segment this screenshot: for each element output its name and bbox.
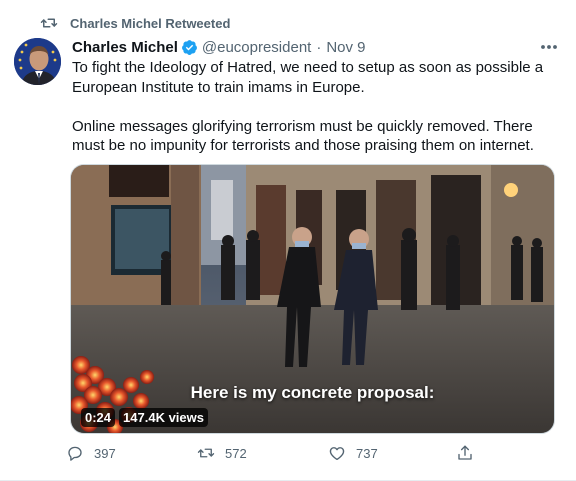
retweet-label: Charles Michel Retweeted — [70, 15, 231, 31]
video-player[interactable]: Here is my concrete proposal: 0:24 147.4… — [70, 164, 555, 434]
share-icon — [458, 445, 472, 460]
video-duration: 0:24 — [81, 408, 116, 427]
tweet-text: To fight the Ideology of Hatred, we need… — [72, 58, 556, 156]
tweet-header: Charles Michel @eucopresident · Nov 9 — [72, 37, 556, 57]
more-options-icon[interactable] — [538, 42, 560, 52]
tweet-card[interactable]: Charles Michel Retweeted Charles Michel … — [0, 0, 576, 481]
like-button[interactable]: 737 — [328, 444, 378, 462]
tweet-paragraph-2: Online messages glorifying terrorism mus… — [72, 117, 534, 155]
tweet-paragraph-1: To fight the Ideology of Hatred, we need… — [72, 59, 544, 96]
heart-icon — [329, 447, 345, 461]
retweet-icon — [40, 14, 58, 32]
date-separator: · — [316, 38, 322, 56]
reply-button[interactable]: 397 — [66, 444, 116, 462]
like-count: 737 — [356, 445, 378, 461]
avatar[interactable] — [14, 38, 61, 85]
retweet-context: Charles Michel Retweeted — [40, 14, 230, 32]
reply-count: 397 — [94, 445, 116, 461]
tweet-date[interactable]: Nov 9 — [326, 39, 365, 56]
share-button[interactable] — [456, 444, 484, 462]
retweet-button[interactable]: 572 — [197, 444, 247, 462]
verified-badge-icon — [181, 39, 198, 56]
author-handle[interactable]: @eucopresident — [202, 39, 311, 56]
video-views: 147.4K views — [119, 408, 208, 427]
retweet-count: 572 — [225, 445, 247, 461]
video-badges: 0:24 147.4K views — [81, 408, 208, 427]
tweet-actions: 397 572 737 — [66, 444, 486, 466]
retweet-icon — [197, 448, 215, 458]
video-subtitle: Here is my concrete proposal: — [190, 383, 435, 402]
author-name[interactable]: Charles Michel — [72, 39, 178, 56]
reply-icon — [68, 446, 82, 461]
